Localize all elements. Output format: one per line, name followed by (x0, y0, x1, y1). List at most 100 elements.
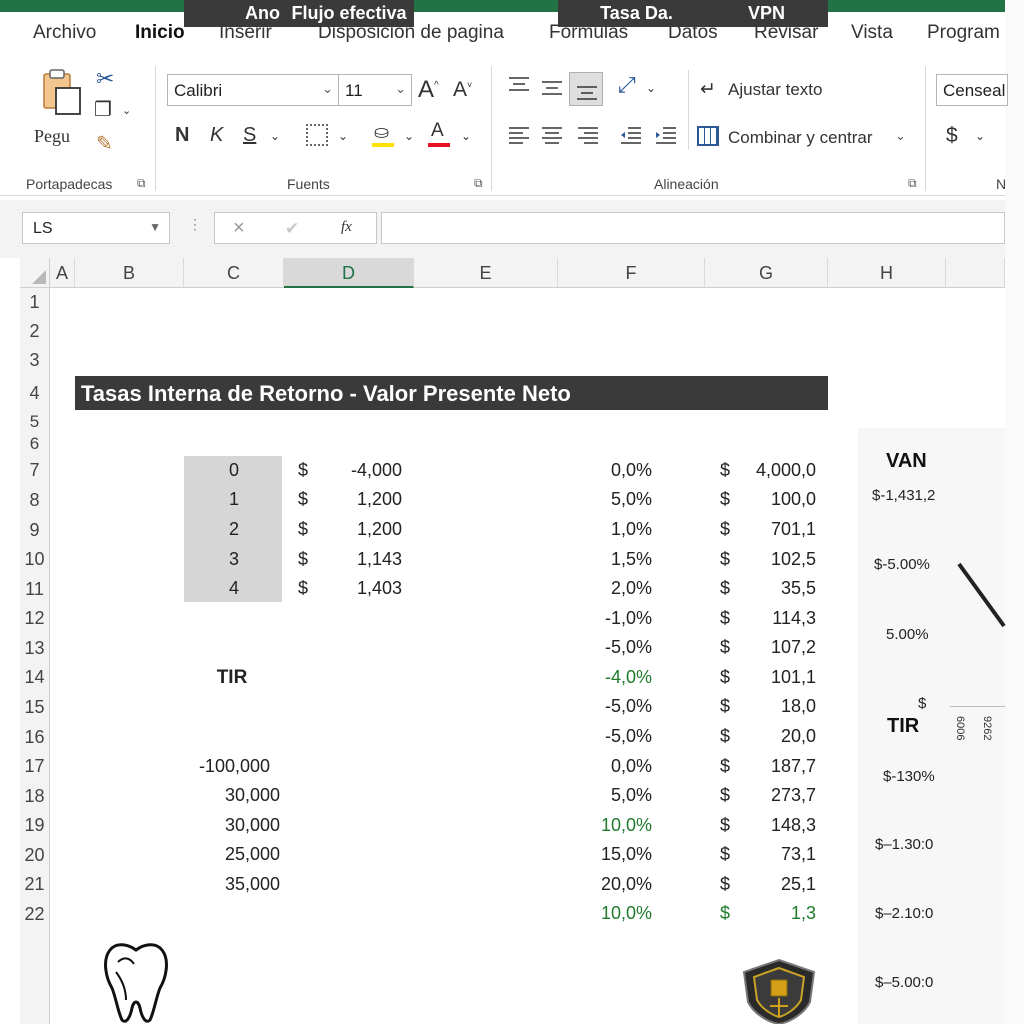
chevron-down-icon[interactable]: ⌄ (404, 130, 414, 142)
tab-programador[interactable]: Program (927, 22, 1000, 44)
row-header-14[interactable]: 14 (20, 663, 50, 692)
rate-cell[interactable]: -1,0% (558, 604, 652, 633)
column-header-f[interactable]: F (558, 258, 705, 288)
merge-center-button[interactable]: Combinar y centrar ⌄ (697, 124, 913, 152)
currency-cell[interactable]: $ (298, 485, 308, 514)
vpn-currency-cell[interactable]: $ (720, 545, 730, 574)
vpn-currency-cell[interactable]: $ (720, 752, 730, 781)
font-name-select[interactable]: Calibri ⌄ (167, 74, 339, 106)
vpn-cell[interactable]: 273,7 (740, 781, 816, 810)
row-header-15[interactable]: 15 (20, 692, 50, 722)
increase-indent-icon[interactable] (655, 126, 677, 146)
vpn-cell[interactable]: 20,0 (740, 722, 816, 751)
flow-list-cell[interactable]: 30,000 (184, 811, 280, 840)
row-header-19[interactable]: 19 (20, 811, 50, 840)
rate-cell[interactable]: 1,0% (558, 515, 652, 544)
year-cell[interactable]: 0 (184, 456, 284, 485)
vpn-currency-cell[interactable]: $ (720, 692, 730, 721)
insert-function-button[interactable]: fx (341, 219, 352, 236)
vpn-currency-cell[interactable]: $ (720, 515, 730, 544)
row-header-12[interactable]: 12 (20, 604, 50, 633)
tir-label[interactable]: TIR (184, 663, 280, 692)
vpn-currency-cell[interactable]: $ (720, 870, 730, 899)
rate-cell[interactable]: 0,0% (558, 752, 652, 781)
row-header-21[interactable]: 21 (20, 870, 50, 899)
flow-list-cell[interactable]: -100,000 (184, 752, 270, 781)
vpn-currency-cell[interactable]: $ (720, 781, 730, 810)
column-header-c[interactable]: C (184, 258, 284, 288)
year-cell[interactable]: 1 (184, 485, 284, 514)
rate-cell[interactable]: -4,0% (558, 663, 652, 692)
vpn-cell[interactable]: 701,1 (740, 515, 816, 544)
clipboard-launcher-icon[interactable]: ⧉ (137, 176, 146, 191)
flow-cell[interactable]: 1,200 (320, 485, 402, 514)
chevron-down-icon[interactable]: ⌄ (646, 82, 656, 94)
rate-cell[interactable]: 5,0% (558, 781, 652, 810)
chevron-down-icon[interactable]: ⌄ (338, 130, 348, 142)
alignment-launcher-icon[interactable]: ⧉ (908, 176, 917, 191)
row-header-4[interactable]: 4 (20, 375, 50, 411)
vpn-currency-cell[interactable]: $ (720, 485, 730, 514)
column-header-b[interactable]: B (75, 258, 184, 288)
vpn-cell[interactable]: 107,2 (740, 633, 816, 662)
year-cell[interactable]: 2 (184, 515, 284, 544)
currency-cell[interactable]: $ (298, 545, 308, 574)
vpn-currency-cell[interactable]: $ (720, 633, 730, 662)
vpn-cell[interactable]: 101,1 (740, 663, 816, 692)
row-header-22[interactable]: 22 (20, 899, 50, 929)
align-right-icon[interactable] (577, 126, 599, 146)
vpn-currency-cell[interactable]: $ (720, 574, 730, 603)
column-header-e[interactable]: E (414, 258, 558, 288)
vpn-cell[interactable]: 114,3 (740, 604, 816, 633)
column-header-g[interactable]: G (705, 258, 828, 288)
flow-list-cell[interactable]: 25,000 (184, 840, 280, 869)
font-size-select[interactable]: 11 ⌄ (338, 74, 412, 106)
vpn-currency-cell[interactable]: $ (720, 811, 730, 840)
vpn-cell[interactable]: 4,000,0 (740, 456, 816, 485)
rate-cell[interactable]: 2,0% (558, 574, 652, 603)
italic-button[interactable]: K (210, 124, 223, 147)
chevron-down-icon[interactable]: ⌄ (975, 130, 985, 142)
vpn-currency-cell[interactable]: $ (720, 722, 730, 751)
number-format-select[interactable]: Censeal (936, 74, 1008, 106)
currency-format-button[interactable]: $ (946, 124, 958, 148)
row-header-16[interactable]: 16 (20, 722, 50, 752)
tab-archivo[interactable]: Archivo (33, 22, 96, 44)
align-center-icon[interactable] (541, 126, 563, 146)
row-header-7[interactable]: 7 (20, 456, 50, 485)
rate-cell[interactable]: 5,0% (558, 485, 652, 514)
year-cell[interactable]: 3 (184, 545, 284, 574)
rate-cell[interactable]: 0,0% (558, 456, 652, 485)
vpn-cell[interactable]: 187,7 (740, 752, 816, 781)
font-color-button[interactable]: A (428, 120, 450, 148)
rate-cell[interactable]: 20,0% (558, 870, 652, 899)
row-header-20[interactable]: 20 (20, 840, 50, 870)
column-header-a[interactable]: A (50, 258, 75, 288)
row-header-3[interactable]: 3 (20, 346, 50, 375)
align-bottom-button[interactable] (569, 72, 603, 106)
confirm-entry-button[interactable]: ✔ (285, 219, 299, 239)
underline-button[interactable]: S (243, 124, 256, 147)
rate-cell[interactable]: -5,0% (558, 722, 652, 751)
currency-cell[interactable]: $ (298, 574, 308, 603)
tab-vista[interactable]: Vista (851, 22, 893, 44)
vpn-currency-cell[interactable]: $ (720, 840, 730, 869)
row-header-18[interactable]: 18 (20, 781, 50, 811)
vpn-cell[interactable]: 18,0 (740, 692, 816, 721)
rate-cell[interactable]: 10,0% (558, 811, 652, 840)
vpn-currency-cell[interactable]: $ (720, 456, 730, 485)
chevron-down-icon[interactable]: ⌄ (461, 130, 471, 142)
vpn-cell[interactable]: 35,5 (740, 574, 816, 603)
paste-button[interactable]: Pegu (32, 66, 88, 146)
row-header-11[interactable]: 11 (20, 574, 50, 604)
vpn-cell[interactable]: 1,3 (740, 899, 816, 928)
flow-cell[interactable]: 1,403 (320, 574, 402, 603)
select-all-corner[interactable] (20, 258, 50, 288)
row-header-5[interactable]: 5 (20, 411, 50, 431)
font-launcher-icon[interactable]: ⧉ (474, 176, 483, 191)
row-header-6[interactable]: 6 (20, 431, 50, 456)
flow-list-cell[interactable]: 30,000 (184, 781, 280, 810)
rate-cell[interactable]: 15,0% (558, 840, 652, 869)
flow-list-cell[interactable]: 35,000 (184, 870, 280, 899)
vpn-cell[interactable]: 73,1 (740, 840, 816, 869)
